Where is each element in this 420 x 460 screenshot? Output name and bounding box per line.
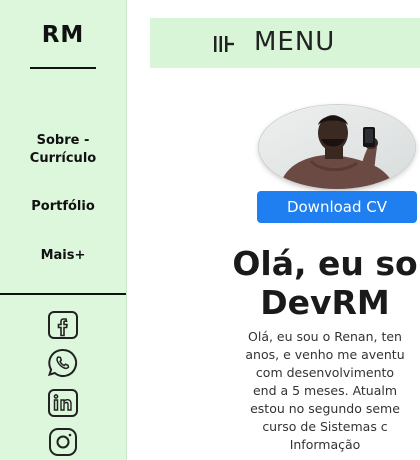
brand-logo[interactable]: RM [0,22,126,48]
instagram-icon [49,428,77,456]
whatsapp-icon [47,348,78,377]
menu-icon [214,36,234,52]
bio-paragraph: Olá, eu sou o Renan, ten anos, e venho m… [190,328,420,454]
bio-line: estou no segundo seme [250,401,400,416]
nav-item-sobre-curriculo[interactable]: Sobre - Currículo [0,132,126,168]
whatsapp-link[interactable] [40,347,86,379]
sidebar-divider [0,293,126,295]
nav-item-portfolio[interactable]: Portfólio [0,198,126,216]
facebook-link[interactable] [40,309,86,341]
bio-line: anos, e venho me aventu [245,347,405,362]
bio-line: Olá, eu sou o Renan, ten [248,329,402,344]
hero-title: Olá, eu so DevRM [232,244,418,322]
brand-divider [30,67,96,69]
linkedin-link[interactable] [40,387,86,419]
bio-line: curso de Sistemas c [262,419,388,434]
bio-line: com desenvolvimento [255,365,395,380]
download-cv-button[interactable]: Download CV [257,191,417,223]
top-menu-bar[interactable]: MENU [150,18,420,68]
menu-label: MENU [254,27,336,57]
bio-line: Informação [289,437,361,452]
facebook-icon [48,311,78,339]
linkedin-icon [48,389,78,417]
avatar [259,105,415,189]
sidebar: RM Sobre - Currículo Portfólio Mais+ [0,0,127,460]
bio-line: end a 5 meses. Atualm [252,383,398,398]
profile-photo [259,105,415,189]
instagram-link[interactable] [40,426,86,458]
nav-item-mais[interactable]: Mais+ [0,247,126,265]
